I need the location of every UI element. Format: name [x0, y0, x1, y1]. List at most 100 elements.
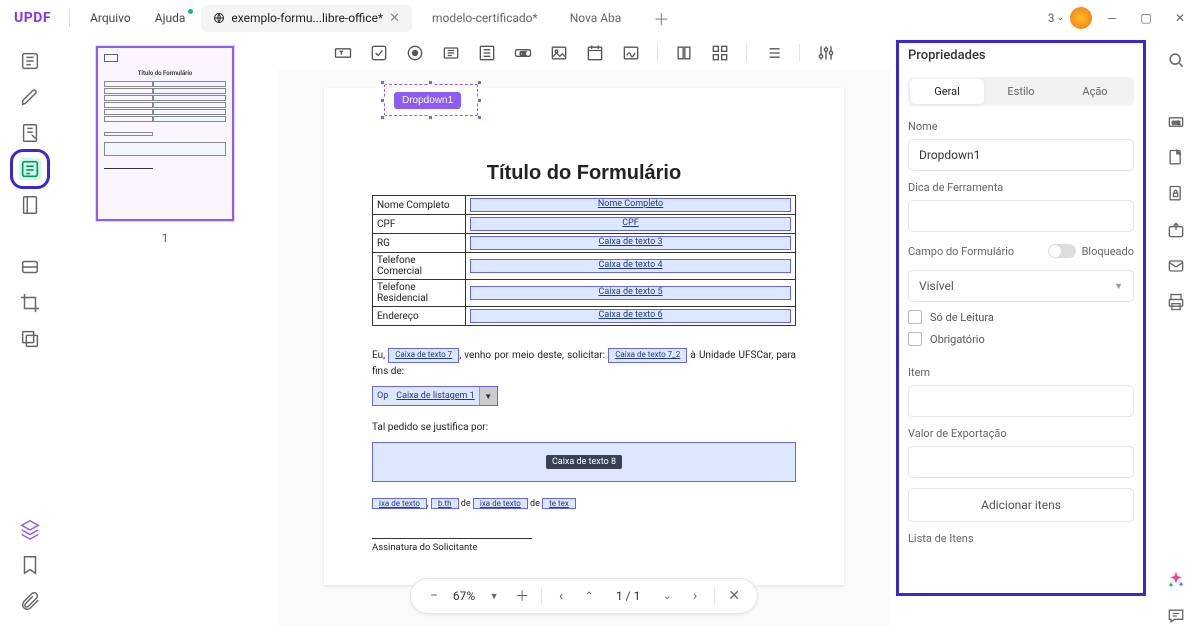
form-field[interactable]: Caixa de texto 7_2	[608, 348, 687, 363]
zoom-out-button[interactable]: −	[425, 587, 443, 605]
prev-page-button[interactable]: ‹	[552, 587, 570, 605]
locked-toggle[interactable]	[1048, 244, 1076, 258]
readonly-checkbox[interactable]: Só de Leitura	[908, 310, 1134, 324]
page-indicator[interactable]: 1 / 1	[608, 589, 648, 603]
convert-icon[interactable]	[1166, 148, 1186, 168]
radio-tool-icon[interactable]	[405, 43, 425, 63]
pdf-page[interactable]: Dropdown1 Título do Formulário Nome Comp…	[324, 88, 844, 585]
compress-icon[interactable]	[19, 328, 41, 350]
email-icon[interactable]	[1166, 256, 1186, 276]
paragraph: Eu, Caixa de texto 7, venho por meio des…	[372, 348, 796, 380]
edit-icon[interactable]	[19, 122, 41, 144]
layers-icon[interactable]	[19, 518, 41, 540]
print-icon[interactable]	[1166, 292, 1186, 312]
menu-file[interactable]: Arquivo	[80, 7, 141, 29]
tab-close-icon[interactable]: ✕	[389, 11, 400, 26]
form-field[interactable]: Caixa de texto 5	[470, 286, 791, 300]
down-page-button[interactable]: ⌄	[658, 587, 676, 605]
maximize-button[interactable]: ▢	[1132, 6, 1160, 30]
document-tab[interactable]: modelo-certificado*	[420, 5, 550, 31]
form-field[interactable]: Caixa de texto 7	[388, 348, 459, 363]
image-tool-icon[interactable]	[549, 43, 569, 63]
label-item: Item	[908, 366, 1134, 379]
document-tab[interactable]: Nova Aba	[558, 5, 634, 31]
grid-tool-icon[interactable]	[710, 43, 730, 63]
label-locked: Bloqueado	[1082, 245, 1134, 258]
tooltip-input[interactable]	[908, 200, 1134, 232]
name-input[interactable]	[908, 139, 1134, 171]
close-zoom-button[interactable]: ✕	[725, 587, 743, 605]
form-field[interactable]: Caixa de texto 3	[470, 236, 791, 250]
form-mode-icon[interactable]	[19, 158, 41, 180]
textfield-tool-icon[interactable]	[333, 43, 353, 63]
selected-dropdown-field[interactable]: Dropdown1	[380, 80, 482, 120]
comment-icon[interactable]	[1166, 606, 1186, 626]
item-input[interactable]	[908, 385, 1134, 417]
tab-label: Nova Aba	[570, 11, 622, 25]
form-field[interactable]: CPF	[470, 217, 791, 231]
up-page-button[interactable]: ⌃	[580, 587, 598, 605]
listbox-field[interactable]: Op Caixa de listagem 1 ▼	[372, 386, 498, 406]
tab-action[interactable]: Ação	[1058, 79, 1132, 104]
table-row: RGCaixa de texto 3	[373, 234, 796, 253]
textarea-field[interactable]: Caixa de texto 8	[372, 442, 796, 482]
zoom-in-button[interactable]: ＋	[513, 587, 531, 605]
dropdown-chip: Dropdown1	[394, 92, 461, 109]
properties-panel: Propriedades Geral Estilo Ação Nome Dica…	[890, 36, 1152, 626]
table-row: Telefone ComercialCaixa de texto 4	[373, 253, 796, 280]
form-field[interactable]: Nome Completo	[470, 198, 791, 212]
content-area: Título do Formulário 1 OK	[0, 36, 1200, 626]
crop-icon[interactable]	[19, 292, 41, 314]
window-count[interactable]: 3 ⌄	[1048, 11, 1064, 25]
left-tool-rail	[0, 36, 60, 626]
zoom-value[interactable]: 67%	[453, 589, 475, 603]
form-field[interactable]: Caixa de texto 6	[470, 309, 791, 323]
chevron-down-icon: ▼	[1114, 281, 1123, 292]
form-field[interactable]: Caixa de texto 4	[470, 259, 791, 273]
ai-icon[interactable]	[1166, 570, 1186, 590]
reader-mode-icon[interactable]	[19, 50, 41, 72]
titlebar-right: 3 ⌄ ─ ▢ ✕	[1048, 6, 1194, 30]
organize-icon[interactable]	[19, 194, 41, 216]
date-fragments: ixa de texto, b.th de ixa de texto de te…	[372, 498, 796, 509]
attachment-icon[interactable]	[19, 590, 41, 612]
listbox-tool-icon[interactable]	[477, 43, 497, 63]
app-logo: UPDF	[14, 10, 51, 26]
list-tool-icon[interactable]	[763, 43, 783, 63]
divider	[69, 9, 70, 27]
redact-icon[interactable]	[19, 256, 41, 278]
title-bar: UPDF Arquivo Ajuda exemplo-formu...libre…	[0, 0, 1200, 36]
thumbnail-panel: Título do Formulário 1	[60, 36, 278, 626]
settings-tool-icon[interactable]	[816, 43, 836, 63]
close-window-button[interactable]: ✕	[1166, 6, 1194, 30]
zoom-dropdown-icon[interactable]: ▼	[485, 587, 503, 605]
signature-tool-icon[interactable]	[621, 43, 641, 63]
visibility-select[interactable]: Visível ▼	[908, 270, 1134, 302]
page-thumbnail[interactable]: Título do Formulário	[96, 46, 234, 221]
tab-general[interactable]: Geral	[910, 79, 984, 104]
avatar[interactable]	[1070, 7, 1092, 29]
dropdown-tool-icon[interactable]	[441, 43, 461, 63]
checkbox-tool-icon[interactable]	[369, 43, 389, 63]
new-tab-button[interactable]: ＋	[641, 0, 681, 36]
menu-help[interactable]: Ajuda	[145, 7, 196, 29]
minimize-button[interactable]: ─	[1098, 6, 1126, 30]
button-tool-icon[interactable]: OK	[513, 43, 533, 63]
export-input[interactable]	[908, 446, 1134, 478]
ocr-icon[interactable]: OCR	[1166, 112, 1186, 132]
search-icon[interactable]	[1166, 50, 1186, 70]
protect-icon[interactable]	[1166, 184, 1186, 204]
document-tab-active[interactable]: exemplo-formu...libre-office* ✕	[201, 5, 412, 32]
align-tool-icon[interactable]	[674, 43, 694, 63]
bookmark-icon[interactable]	[19, 554, 41, 576]
tab-label: exemplo-formu...libre-office*	[231, 11, 383, 25]
tab-style[interactable]: Estilo	[984, 79, 1058, 104]
share-icon[interactable]	[1166, 220, 1186, 240]
annotate-icon[interactable]	[19, 86, 41, 108]
required-checkbox[interactable]: Obrigatório	[908, 332, 1134, 346]
form-toolbar: OK	[278, 36, 890, 70]
justify-label: Tal pedido se justifica por:	[372, 420, 796, 436]
next-page-button[interactable]: ›	[686, 587, 704, 605]
date-tool-icon[interactable]	[585, 43, 605, 63]
add-item-button[interactable]: Adicionar itens	[908, 488, 1134, 522]
